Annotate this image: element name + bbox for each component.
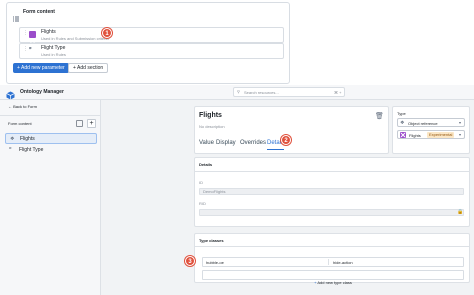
search-placeholder: Search resources... <box>244 90 279 95</box>
details-header: Details <box>199 162 213 167</box>
lock-icon: 🔒 <box>457 209 464 215</box>
add-parameter-button[interactable]: + Add new parameter <box>13 63 69 73</box>
object-type-select[interactable]: Flights Experimental ▾ <box>397 130 465 139</box>
sidebar <box>0 100 101 295</box>
search-icon: ⚲ <box>237 89 240 94</box>
search-shortcut: ⌘ + <box>334 90 342 95</box>
sidebar-item-flights[interactable]: ❖ Flights <box>5 133 97 144</box>
string-type-icon: ❞ <box>9 147 12 153</box>
step-badge-1: 1 <box>102 28 112 38</box>
tab-value[interactable]: Value <box>199 140 214 146</box>
object-icon: ❖ <box>10 136 15 142</box>
chevron-down-icon: ▾ <box>459 132 462 137</box>
type-class-row[interactable]: hubble-oe hide-action <box>202 257 464 267</box>
divider <box>328 259 329 265</box>
object-type-icon <box>29 31 36 43</box>
drag-handle-icon[interactable]: ⋮ <box>23 47 28 55</box>
param-row-flight-type[interactable]: ⋮ ❞ Flight Type Used in Rules <box>19 43 284 59</box>
object-icon: ❖ <box>400 120 405 126</box>
drag-handle-icon[interactable]: ⋮ <box>23 31 28 39</box>
string-type-icon: ❞ <box>29 47 32 53</box>
rid-label: RID <box>199 201 206 206</box>
type-classes-header: Type classes <box>199 238 224 243</box>
step-badge-2: 2 <box>281 135 291 145</box>
parameter-description: No description <box>199 124 225 129</box>
type-select[interactable]: ❖ Object reference ▾ <box>397 118 465 127</box>
layout-icon[interactable] <box>76 120 83 127</box>
experimental-tag: Experimental <box>427 132 455 138</box>
search-input[interactable]: ⚲ Search resources... ⌘ + <box>233 87 345 97</box>
param-desc: Used in Rules and Submission criteria <box>41 36 109 41</box>
add-item-button[interactable]: + <box>87 119 96 128</box>
param-row-flights[interactable]: ⋮ Flights Used in Rules and Submission c… <box>19 27 284 43</box>
chevron-down-icon: ▾ <box>459 120 462 125</box>
type-class-value: hide-action <box>333 260 353 265</box>
arrow-left-icon: ← <box>8 104 12 109</box>
form-list-icon <box>13 9 19 22</box>
divider <box>0 115 101 116</box>
rid-field[interactable] <box>199 209 464 216</box>
param-desc: Used in Rules <box>41 52 66 57</box>
param-name: Flight Type <box>41 45 66 51</box>
add-type-class-button[interactable]: + Add new type class <box>202 270 464 285</box>
type-class-kind: hubble-oe <box>206 260 224 265</box>
id-field[interactable]: DemoFlights <box>199 188 464 195</box>
add-section-button[interactable]: + Add section <box>68 63 109 73</box>
ontology-logo-icon <box>6 87 15 100</box>
sidebar-item-flight-type[interactable]: ❞ Flight Type <box>5 145 97 156</box>
tab-display[interactable]: Display <box>216 140 236 146</box>
step-badge-3: 3 <box>185 256 195 266</box>
divider <box>194 246 470 247</box>
trash-icon[interactable]: 🗑 <box>375 112 384 120</box>
type-label: Type <box>397 111 406 116</box>
divider <box>194 171 470 172</box>
id-label: ID <box>199 180 203 185</box>
tab-overrides[interactable]: Overrides <box>240 140 266 146</box>
app-title: Ontology Manager <box>20 89 64 95</box>
param-name: Flights <box>41 29 56 35</box>
active-tab-indicator <box>267 149 284 150</box>
form-content-title: Form content <box>23 9 55 15</box>
object-type-icon <box>400 132 406 138</box>
parameter-title: Flights <box>199 112 222 119</box>
sidebar-section-title: Form content <box>8 121 32 126</box>
back-to-form-link[interactable]: ← Back to Form <box>8 104 37 109</box>
parameter-header-card <box>194 106 389 154</box>
